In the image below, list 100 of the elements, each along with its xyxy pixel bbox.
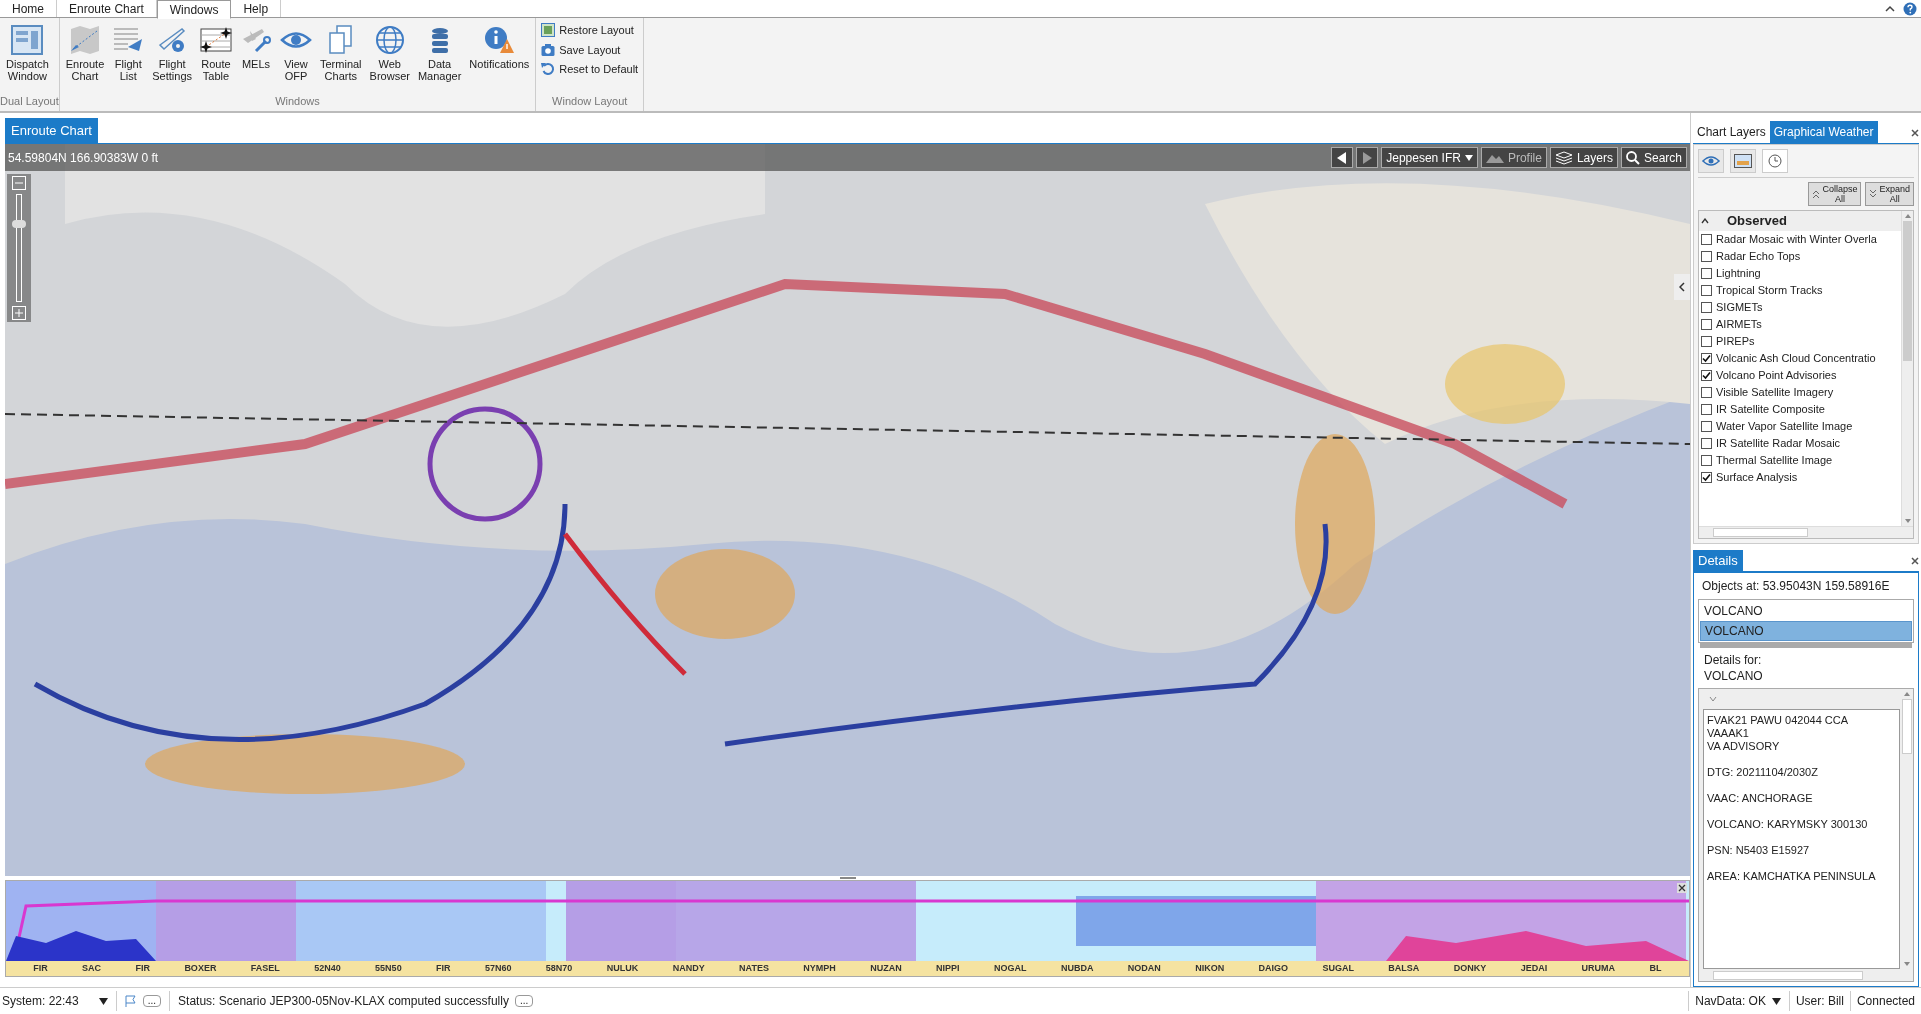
menu-tab[interactable]: Home (0, 0, 57, 17)
checkbox[interactable] (1701, 404, 1712, 415)
checkbox[interactable] (1701, 234, 1712, 245)
chart-type-dropdown[interactable]: Jeppesen IFR (1381, 147, 1478, 168)
advisory-text: VOLCANO: KARYMSKY 300130 (1707, 818, 1869, 831)
layer-label: Surface Analysis (1716, 470, 1798, 486)
ribbon-button[interactable]: Data Manager (414, 22, 465, 82)
layer-label: IR Satellite Radar Mosaic (1716, 436, 1841, 452)
more-button[interactable]: ... (514, 995, 534, 1007)
expand-all-button[interactable]: Expand All (1865, 182, 1914, 206)
zoom-in-icon[interactable] (12, 306, 26, 320)
checkbox[interactable] (1701, 302, 1712, 313)
dropdown-icon (1464, 154, 1473, 161)
scrollbar[interactable] (1901, 211, 1913, 526)
close-icon[interactable] (1911, 557, 1919, 565)
menu-tab[interactable]: Windows (156, 0, 232, 19)
advisory-text: FVAK21 PAWU 042044 CCA VAAAK1 VA ADVISORY (1707, 714, 1850, 753)
ribbon-button[interactable]: Route Table (197, 22, 235, 82)
scrollbar[interactable] (1900, 689, 1913, 969)
section-header: Observed (1727, 212, 1787, 231)
search-icon (1625, 150, 1640, 165)
checkbox[interactable] (1701, 421, 1712, 432)
more-button[interactable]: ... (142, 995, 162, 1007)
waypoint-label: SUGAL (1322, 961, 1354, 975)
eye-icon (1702, 155, 1720, 167)
document-tab[interactable]: Enroute Chart (5, 117, 98, 143)
scroll-thumb[interactable] (1713, 528, 1808, 537)
flag-icon[interactable] (124, 995, 137, 1007)
status-message: Status: Scenario JEP300-05Nov-KLAX computed successfully (178, 993, 509, 1010)
checkbox[interactable] (1701, 285, 1712, 296)
route-table-icon (200, 25, 232, 55)
chevron-up-icon[interactable] (1701, 218, 1709, 224)
back-button[interactable] (1331, 147, 1354, 168)
ribbon-button[interactable]: Enroute Chart (62, 22, 108, 82)
menu-tab[interactable]: Help (231, 0, 282, 17)
ribbon-button[interactable]: View OFP (277, 22, 315, 82)
waypoint-label: BOXER (184, 961, 217, 975)
ribbon-button[interactable]: Dispatch Window (3, 22, 52, 82)
ribbon-button[interactable]: Flight List (109, 22, 148, 82)
menu-tab[interactable]: Enroute Chart (57, 0, 157, 17)
ribbon-button[interactable]: Web Browser (366, 22, 413, 82)
zoom-slider-thumb[interactable] (12, 220, 26, 228)
panel-tab[interactable]: Graphical Weather (1769, 121, 1878, 143)
close-icon[interactable] (1911, 129, 1919, 137)
splitter-grip-icon[interactable] (839, 876, 856, 880)
ribbon-button[interactable]: Flight Settings (149, 22, 195, 82)
checkbox[interactable] (1701, 370, 1712, 381)
waypoint-label: FASEL (250, 961, 280, 975)
collapse-panel-button[interactable] (1674, 274, 1690, 300)
map-tool-button[interactable]: Layers (1549, 147, 1618, 168)
group-label: Dual Layout (0, 93, 59, 109)
ribbon-button[interactable]: MELs (237, 22, 275, 70)
advisory-text: PSN: N5403 E15927 (1707, 844, 1811, 857)
ribbon-button[interactable]: Notifications (466, 22, 533, 70)
checkbox[interactable] (1701, 251, 1712, 262)
details-tab[interactable]: Details (1693, 549, 1743, 571)
waypoint-label: DAIGO (1258, 961, 1289, 975)
checkbox[interactable] (1701, 455, 1712, 466)
waypoint-label: SAC (82, 961, 102, 975)
checkbox[interactable] (1701, 319, 1712, 330)
layer-label: Volcano Point Advisories (1716, 368, 1837, 384)
checkbox[interactable] (1701, 472, 1712, 483)
scroll-thumb[interactable] (1901, 699, 1912, 754)
horizontal-scrollbar[interactable] (1699, 526, 1913, 538)
layer-label: Water Vapor Satellite Image (1716, 419, 1853, 435)
checkbox[interactable] (1701, 438, 1712, 449)
scroll-thumb[interactable] (1713, 970, 1863, 980)
time-button[interactable] (1762, 149, 1788, 173)
dropdown-icon[interactable] (1771, 997, 1781, 1005)
waypoint-label: NOGAL (994, 961, 1027, 975)
layer-label: Visible Satellite Imagery (1716, 385, 1834, 401)
help-icon[interactable] (1903, 1, 1917, 16)
dropdown-icon[interactable] (98, 997, 108, 1005)
legend-button[interactable] (1730, 149, 1756, 173)
checkbox[interactable] (1701, 268, 1712, 279)
object-list-item[interactable]: VOLCANO (1700, 621, 1912, 641)
group-label: Windows (274, 93, 321, 109)
close-icon[interactable] (1677, 883, 1687, 893)
layout-button[interactable]: Save Layout (541, 41, 639, 58)
layout-button[interactable]: Restore Layout (541, 22, 639, 39)
scroll-thumb[interactable] (1903, 221, 1912, 361)
chevron-down-icon[interactable] (1709, 696, 1717, 702)
waypoint-label: NULUK (606, 961, 639, 975)
layout-button[interactable]: Reset to Default (541, 61, 639, 78)
checkbox[interactable] (1701, 336, 1712, 347)
checkbox[interactable] (1701, 387, 1712, 398)
zoom-out-icon[interactable] (12, 176, 26, 190)
waypoint-label: NYMPH (803, 961, 836, 975)
checkbox[interactable] (1701, 353, 1712, 364)
advisory-text: VAAC: ANCHORAGE (1707, 792, 1814, 805)
collapse-all-button[interactable]: Collapse All (1808, 182, 1862, 206)
advisory-text: AREA: KAMCHATKA PENINSULA (1707, 870, 1877, 883)
forward-button[interactable] (1356, 147, 1379, 168)
mountain-icon (1485, 152, 1504, 163)
map-tool-button[interactable]: Search (1620, 147, 1687, 168)
collapse-ribbon-icon[interactable] (1885, 4, 1895, 13)
map-tool-button[interactable]: Profile (1480, 147, 1547, 168)
waypoint-label: NODAN (1127, 961, 1161, 975)
visibility-button[interactable] (1698, 149, 1724, 173)
ribbon-button[interactable]: Terminal Charts (317, 22, 365, 82)
